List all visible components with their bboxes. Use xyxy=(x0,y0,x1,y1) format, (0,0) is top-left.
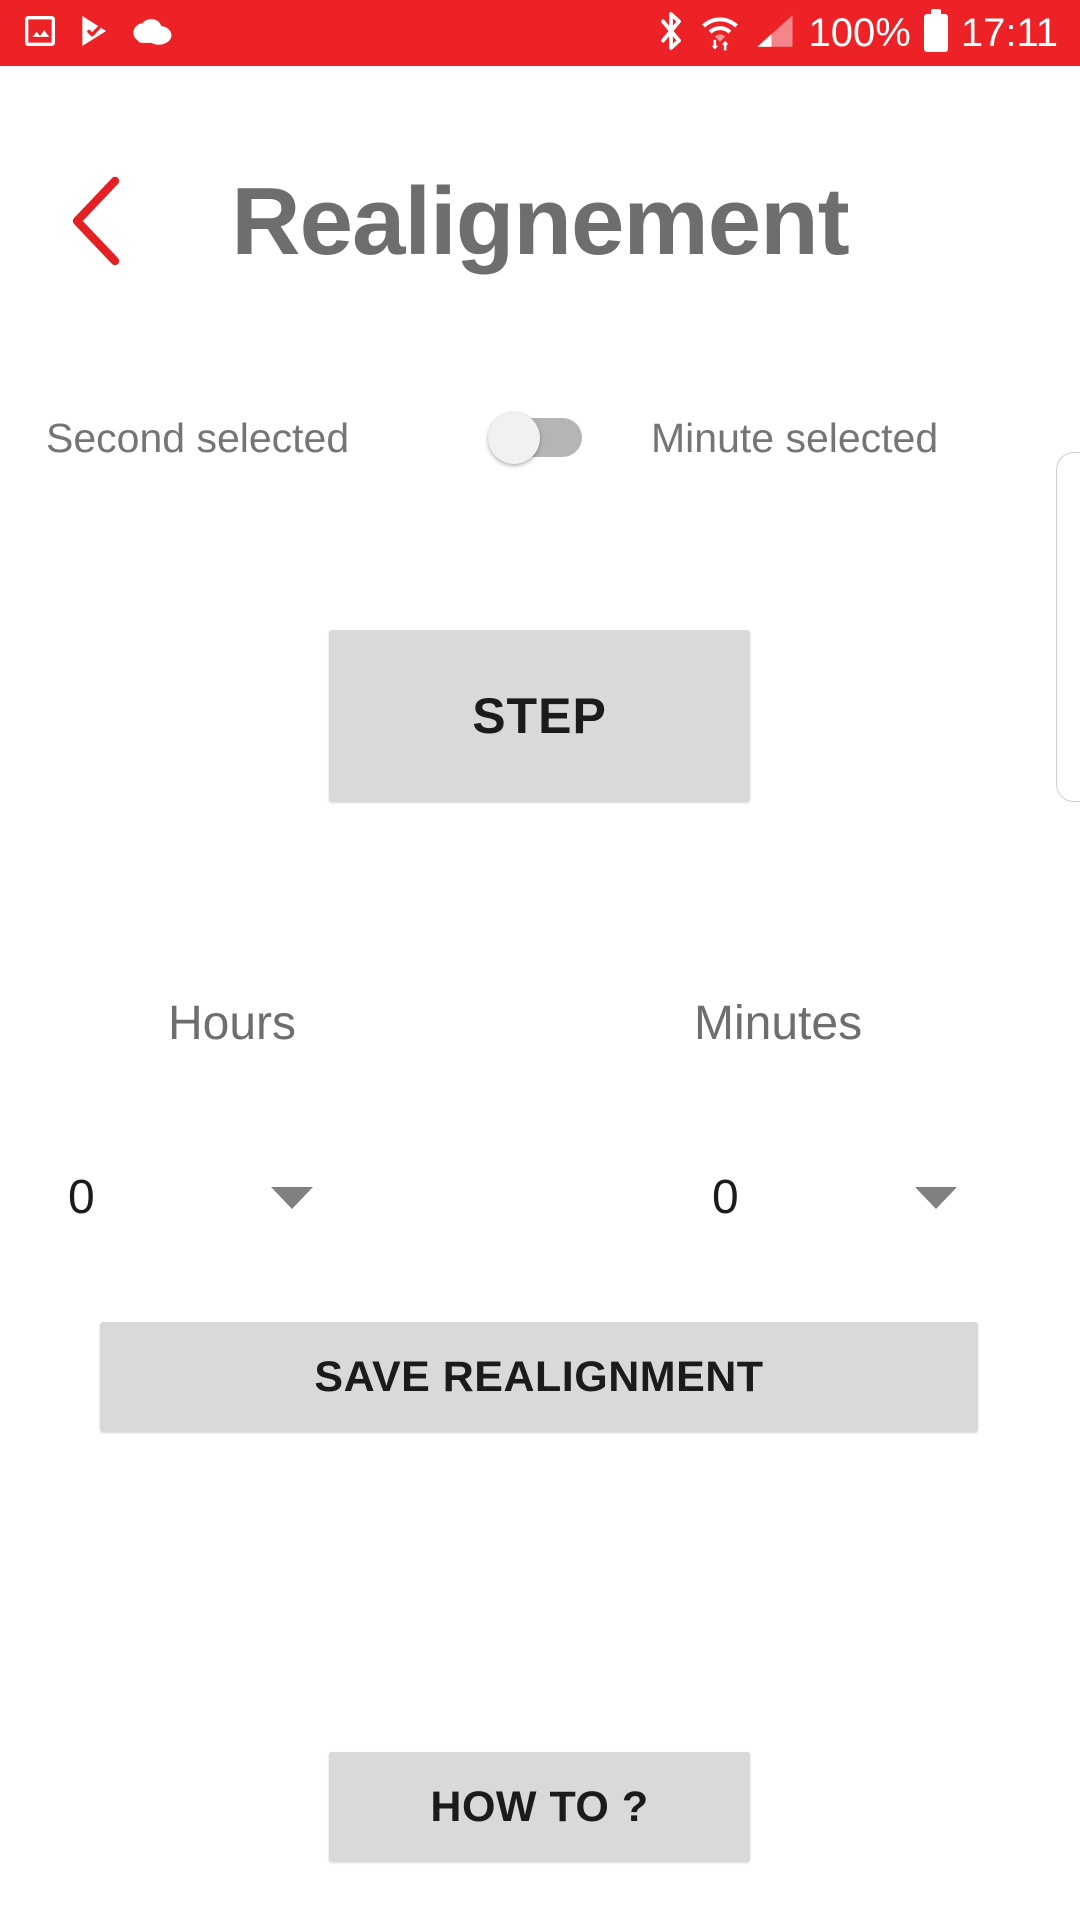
wifi-transfer-icon xyxy=(699,10,741,57)
chevron-down-icon xyxy=(271,1187,313,1209)
mode-toggle-row: Second selected Minute selected xyxy=(0,398,1080,478)
toggle-thumb xyxy=(488,412,540,464)
clock-label: 17:11 xyxy=(960,11,1058,55)
status-bar-notifications xyxy=(20,11,174,56)
side-panel-edge[interactable] xyxy=(1056,452,1080,802)
second-selected-label: Second selected xyxy=(46,414,350,461)
how-to-button[interactable]: HOW TO ? xyxy=(329,1752,750,1862)
play-check-icon xyxy=(76,12,114,55)
time-field-labels: Hours Minutes xyxy=(0,1000,1080,1060)
image-icon xyxy=(20,11,60,56)
cloud-icon xyxy=(130,11,174,56)
hours-spinner[interactable]: 0 xyxy=(68,1158,313,1238)
battery-percent-label: 100% xyxy=(808,11,911,55)
battery-icon xyxy=(923,9,948,52)
app-screen: 100% 17:11 Realignement Second selected … xyxy=(0,0,1080,1920)
minutes-value: 0 xyxy=(712,1171,739,1224)
page-title: Realignement xyxy=(231,168,849,275)
status-bar-system: 100% 17:11 xyxy=(656,9,1058,58)
minute-selected-label: Minute selected xyxy=(651,414,939,461)
step-button[interactable]: STEP xyxy=(329,630,750,802)
hours-value: 0 xyxy=(68,1171,95,1224)
page-header: Realignement xyxy=(0,66,1080,296)
status-bar: 100% 17:11 xyxy=(0,0,1080,66)
hours-label: Hours xyxy=(168,997,297,1050)
minutes-label: Minutes xyxy=(694,997,863,1050)
chevron-down-icon xyxy=(915,1187,957,1209)
save-realignment-button[interactable]: SAVE REALIGNMENT xyxy=(100,1322,978,1432)
bluetooth-icon xyxy=(656,9,686,58)
time-spinner-row: 0 0 xyxy=(0,1158,1080,1238)
signal-icon xyxy=(754,10,796,57)
minutes-spinner[interactable]: 0 xyxy=(712,1158,957,1238)
second-minute-toggle[interactable] xyxy=(488,412,583,464)
